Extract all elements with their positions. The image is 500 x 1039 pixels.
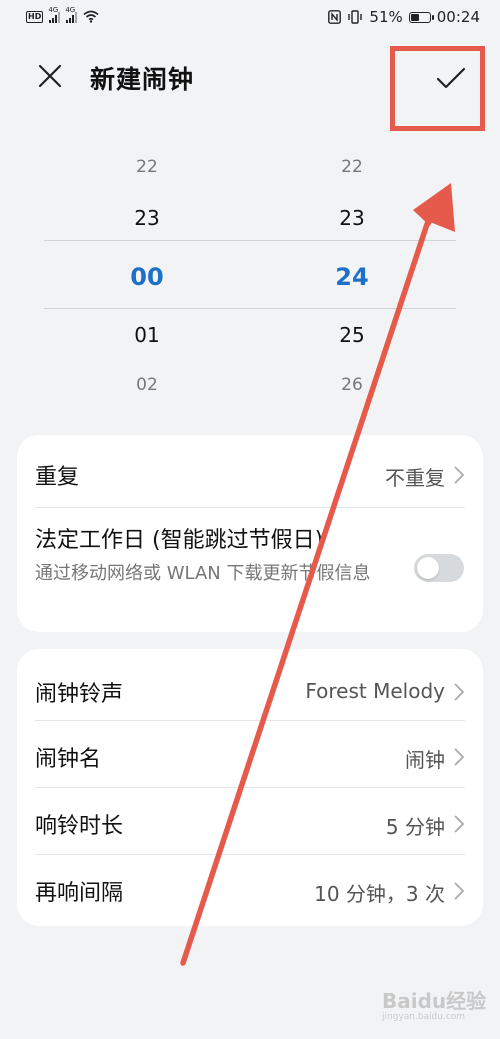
time-picker[interactable]: 22 23 00 01 02 22 23 24 25 26: [0, 140, 500, 410]
ringtone-label: 闹钟铃声: [35, 682, 124, 707]
watermark-url: jingyan.baidu.com: [382, 1012, 466, 1022]
network-type-1: 4G: [48, 5, 59, 14]
ring-duration-row[interactable]: 响铃时长 5 分钟: [17, 788, 483, 855]
ringtone-value: Forest Melody: [305, 679, 445, 703]
repeat-settings-card: 重复 不重复 法定工作日 (智能跳过节假日) 通过移动网络或 WLAN 下载更新…: [17, 435, 483, 632]
wifi-icon: [83, 10, 99, 23]
status-right: 51% 00:24: [328, 8, 480, 26]
selection-divider-top: [44, 240, 456, 241]
signal-icon-2: 4G: [65, 6, 78, 23]
signal-icon: 4G: [48, 6, 61, 23]
hour-option[interactable]: 01: [87, 323, 207, 347]
status-left: HD 4G 4G: [26, 6, 99, 23]
minute-option[interactable]: 26: [292, 375, 412, 395]
ringtone-row[interactable]: 闹钟铃声 Forest Melody: [17, 654, 483, 721]
battery-icon: [408, 11, 434, 23]
chevron-right-icon: [454, 683, 465, 701]
workday-description: 通过移动网络或 WLAN 下载更新节假信息: [35, 563, 371, 584]
workday-label: 法定工作日 (智能跳过节假日): [35, 528, 324, 553]
repeat-label: 重复: [35, 465, 80, 490]
repeat-value: 不重复: [385, 466, 445, 490]
baidu-watermark: Baidu经验 jingyan.baidu.com: [376, 985, 491, 1025]
chevron-right-icon: [454, 466, 465, 484]
chevron-right-icon: [454, 815, 465, 833]
hd-badge: HD: [26, 10, 44, 23]
page-title: 新建闹钟: [90, 65, 195, 94]
hour-option[interactable]: 22: [87, 157, 207, 177]
battery-percent: 51%: [369, 8, 403, 26]
chevron-right-icon: [454, 748, 465, 766]
vibrate-icon: [348, 10, 363, 24]
repeat-row[interactable]: 重复 不重复: [17, 435, 483, 507]
workday-row[interactable]: 法定工作日 (智能跳过节假日) 通过移动网络或 WLAN 下载更新节假信息: [17, 508, 483, 632]
workday-toggle[interactable]: [414, 554, 464, 582]
nfc-icon: [328, 10, 342, 24]
network-type-2: 4G: [65, 5, 76, 14]
alarm-name-value: 闹钟: [405, 748, 445, 772]
close-icon[interactable]: [34, 60, 66, 92]
alarm-name-row[interactable]: 闹钟名 闹钟: [17, 721, 483, 788]
watermark-brand: Baidu经验: [382, 989, 487, 1013]
hour-selected[interactable]: 00: [87, 263, 207, 291]
alarm-settings-card: 闹钟铃声 Forest Melody 闹钟名 闹钟 响铃时长 5 分钟 再响间隔…: [17, 649, 483, 926]
snooze-interval-row[interactable]: 再响间隔 10 分钟，3 次: [17, 855, 483, 922]
ring-duration-value: 5 分钟: [385, 815, 445, 839]
chevron-right-icon: [454, 882, 465, 900]
snooze-interval-label: 再响间隔: [35, 881, 124, 906]
minute-option[interactable]: 25: [292, 323, 412, 347]
ring-duration-label: 响铃时长: [35, 814, 124, 839]
hour-option[interactable]: 23: [87, 206, 207, 230]
clock: 00:24: [436, 8, 480, 26]
hour-option[interactable]: 02: [87, 375, 207, 395]
annotation-highlight-box: [390, 46, 485, 131]
snooze-interval-value: 10 分钟，3 次: [314, 882, 445, 906]
minute-selected[interactable]: 24: [292, 263, 412, 291]
toggle-knob: [417, 557, 439, 579]
selection-divider-bottom: [44, 308, 456, 309]
alarm-name-label: 闹钟名: [35, 747, 102, 772]
status-bar: HD 4G 4G 51% 00:24: [0, 0, 500, 36]
minute-option[interactable]: 22: [292, 157, 412, 177]
minute-option[interactable]: 23: [292, 206, 412, 230]
